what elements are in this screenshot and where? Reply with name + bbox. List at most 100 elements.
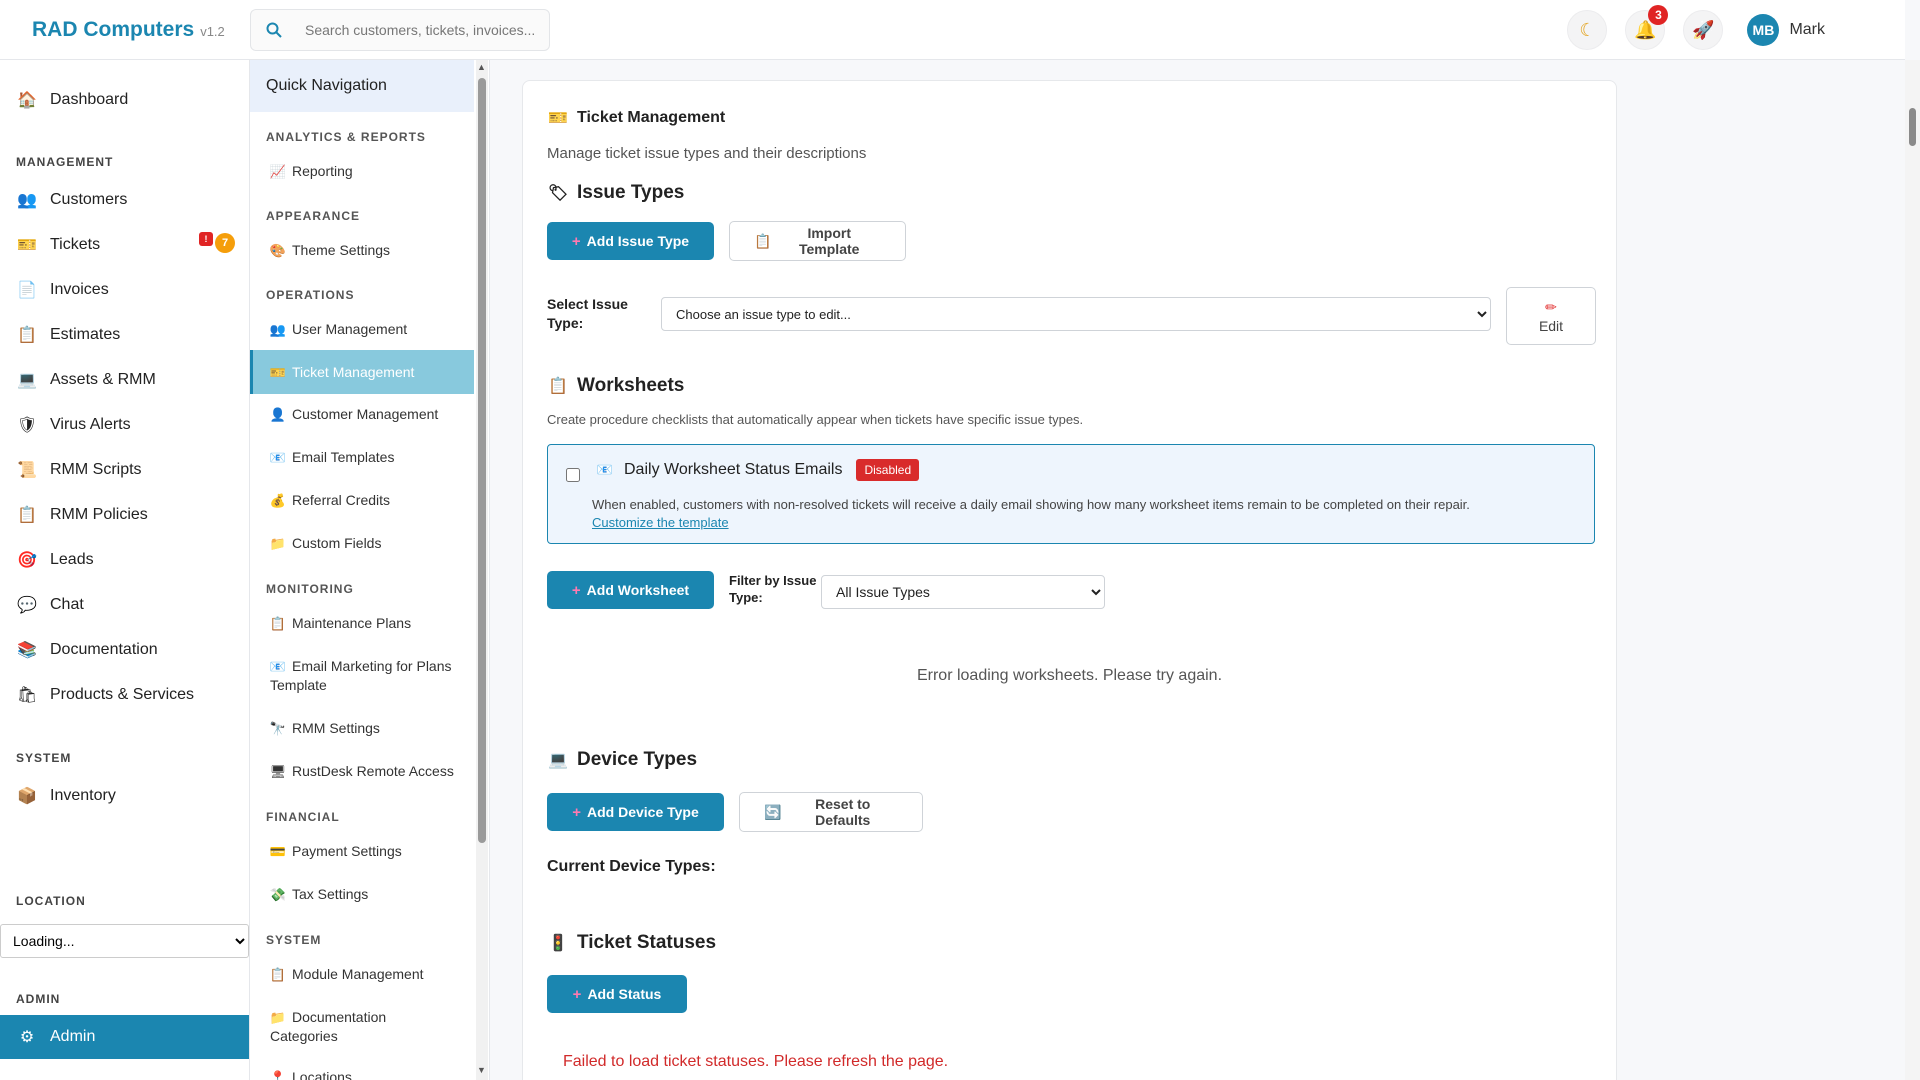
quicknav-item-payment-settings[interactable]: 💳 Payment Settings [250, 842, 474, 861]
search-input[interactable] [303, 20, 543, 39]
button-label: Add Device Type [586, 804, 699, 820]
quicknav-item-documentation-categories[interactable]: 📁 Documentation Categories [250, 1008, 474, 1046]
tag-icon: 🏷 [547, 185, 569, 202]
sidebar-item-customers[interactable]: 👥 Customers [0, 178, 249, 222]
quicknav-item-rmm-settings[interactable]: 🔭 RMM Settings [250, 719, 474, 738]
user-icon: 👤 [269, 407, 287, 422]
sidebar-item-chat[interactable]: 💬 Chat [0, 583, 249, 627]
brand[interactable]: RAD Computers v1.2 [0, 18, 250, 42]
add-device-type-button[interactable]: + Add Device Type [547, 793, 724, 831]
sidebar-item-admin[interactable]: ⚙ Admin [0, 1015, 249, 1059]
sidebar-item-label: RMM Policies [50, 506, 148, 523]
customize-template-link[interactable]: Customize the template [592, 515, 729, 530]
sidebar-item-rmm-policies[interactable]: 📋 RMM Policies [0, 493, 249, 537]
home-icon: 🏠 [17, 92, 37, 109]
location-select[interactable]: Loading... [0, 924, 249, 958]
sidebar-item-leads[interactable]: 🎯 Leads [0, 538, 249, 582]
tickets-badges: ! 7 [199, 232, 235, 253]
quicknav-item-referral-credits[interactable]: 💰 Referral Credits [250, 491, 474, 510]
quicknav-scrollbar[interactable]: ▲ ▼ [476, 60, 488, 1080]
sidebar-item-label: Inventory [50, 787, 116, 804]
user-menu[interactable]: MB Mark [1747, 14, 1825, 46]
add-worksheet-button[interactable]: + Add Worksheet [547, 571, 714, 609]
quicknav-item-user-management[interactable]: 👥 User Management [250, 320, 474, 339]
quicknav-item-label: Customer Management [292, 406, 439, 422]
label-line: Type: [547, 315, 584, 331]
sidebar-item-estimates[interactable]: 📋 Estimates [0, 313, 249, 357]
quicknav-item-theme-settings[interactable]: 🎨 Theme Settings [250, 241, 474, 260]
quicknav-item-email-templates[interactable]: 📧 Email Templates [250, 448, 474, 467]
quicknav-scroll-thumb[interactable] [478, 78, 486, 843]
quicknav-item-maintenance-plans[interactable]: 📋 Maintenance Plans [250, 614, 474, 633]
quicknav-item-label: Categories [270, 1028, 338, 1044]
traffic-light-icon: 🚦 [548, 935, 568, 952]
issue-type-select[interactable]: Choose an issue type to edit... [661, 297, 1491, 331]
app-name: RAD Computers [32, 17, 195, 41]
pin-icon: 📍 [269, 1070, 287, 1080]
main-content: 🎫 Ticket Management Manage ticket issue … [490, 60, 1905, 1080]
sidebar-item-label: Documentation [50, 641, 158, 658]
sidebar-item-label: Estimates [50, 326, 121, 343]
quicknav-item-custom-fields[interactable]: 📁 Custom Fields [250, 534, 474, 553]
refresh-icon: 🔄 [764, 803, 782, 820]
email-icon: 📧 [269, 450, 287, 465]
daily-emails-checkbox[interactable] [566, 468, 580, 482]
button-label: Add Status [587, 986, 662, 1002]
top-actions: ☾ 🔔 3 🚀 MB Mark [1567, 0, 1845, 60]
sidebar-item-documentation[interactable]: 📚 Documentation [0, 628, 249, 672]
ticket-icon: 🎫 [17, 237, 37, 254]
reset-to-defaults-button[interactable]: 🔄 Reset to Defaults [739, 792, 923, 832]
desktop-icon: 🖥 [269, 764, 287, 779]
sidebar-item-label: Assets & RMM [50, 371, 156, 388]
add-status-button[interactable]: + Add Status [547, 975, 687, 1013]
worksheets-error-message: Error loading worksheets. Please try aga… [916, 667, 1223, 684]
quicknav-item-customer-management[interactable]: 👤 Customer Management [250, 405, 474, 424]
quicknav-item-label: RustDesk Remote Access [292, 763, 454, 779]
sidebar-item-tickets[interactable]: 🎫 Tickets ! 7 [0, 223, 249, 267]
palette-icon: 🎨 [269, 243, 287, 258]
users-icon: 👥 [17, 192, 37, 209]
quicknav-item-locations[interactable]: 📍 Locations [250, 1068, 474, 1080]
add-issue-type-button[interactable]: + Add Issue Type [547, 222, 714, 260]
page-title: 🎫 Ticket Management [547, 107, 725, 129]
quicknav-item-email-marketing[interactable]: 📧 Email Marketing for Plans Template [250, 657, 474, 695]
quicknav-heading-system: SYSTEM [266, 933, 322, 947]
top-bar: RAD Computers v1.2 ☾ 🔔 3 🚀 MB Mark [0, 0, 1905, 60]
rocket-button[interactable]: 🚀 [1683, 10, 1724, 50]
plus-icon: + [571, 232, 581, 250]
main-scrollbar[interactable] [1905, 60, 1920, 1080]
sidebar-item-rmm-scripts[interactable]: 📜 RMM Scripts [0, 448, 249, 492]
quicknav-heading-operations: OPERATIONS [266, 288, 355, 302]
invoice-icon: 📄 [17, 282, 37, 299]
credit-card-icon: 💳 [269, 844, 287, 859]
money-bag-icon: 💰 [269, 493, 287, 508]
theme-toggle-button[interactable]: ☾ [1567, 10, 1608, 50]
sidebar-item-assets-rmm[interactable]: 💻 Assets & RMM [0, 358, 249, 402]
quicknav-item-module-management[interactable]: 📋 Module Management [250, 965, 474, 984]
user-name: Mark [1789, 21, 1825, 38]
sidebar-item-dashboard[interactable]: 🏠 Dashboard [0, 78, 249, 122]
sidebar-item-virus-alerts[interactable]: 🛡 Virus Alerts [0, 403, 249, 447]
monitor-icon: 💻 [17, 372, 37, 389]
chart-icon: 📈 [269, 164, 287, 179]
telescope-icon: 🔭 [269, 721, 287, 736]
edit-issue-type-button[interactable]: ✏ Edit [1506, 287, 1596, 345]
quicknav-item-label: Tax Settings [292, 886, 369, 902]
quicknav-item-tax-settings[interactable]: 💸 Tax Settings [250, 885, 474, 904]
scroll-up-icon[interactable]: ▲ [477, 62, 486, 72]
ticket-statuses-error-message: Failed to load ticket statuses. Please r… [563, 1053, 949, 1070]
sidebar-item-inventory[interactable]: 📦 Inventory [0, 774, 249, 818]
quicknav-item-label-block: Email Marketing for Plans Template [270, 657, 452, 695]
quicknav-item-ticket-management[interactable]: 🎫 Ticket Management [250, 350, 474, 394]
sidebar-item-products-services[interactable]: 🛍 Products & Services [0, 673, 249, 717]
sidebar-item-label: Invoices [50, 281, 109, 298]
quicknav-item-rustdesk[interactable]: 🖥 RustDesk Remote Access [250, 762, 474, 781]
scroll-down-icon[interactable]: ▼ [477, 1065, 486, 1075]
notifications-button[interactable]: 🔔 3 [1625, 5, 1669, 50]
quicknav-item-reporting[interactable]: 📈 Reporting [250, 162, 474, 181]
filter-issue-type-select[interactable]: All Issue Types [821, 575, 1105, 609]
target-icon: 🎯 [17, 552, 37, 569]
sidebar-item-invoices[interactable]: 📄 Invoices [0, 268, 249, 312]
import-template-button[interactable]: 📋 Import Template [729, 221, 906, 261]
main-scroll-thumb[interactable] [1909, 108, 1916, 146]
